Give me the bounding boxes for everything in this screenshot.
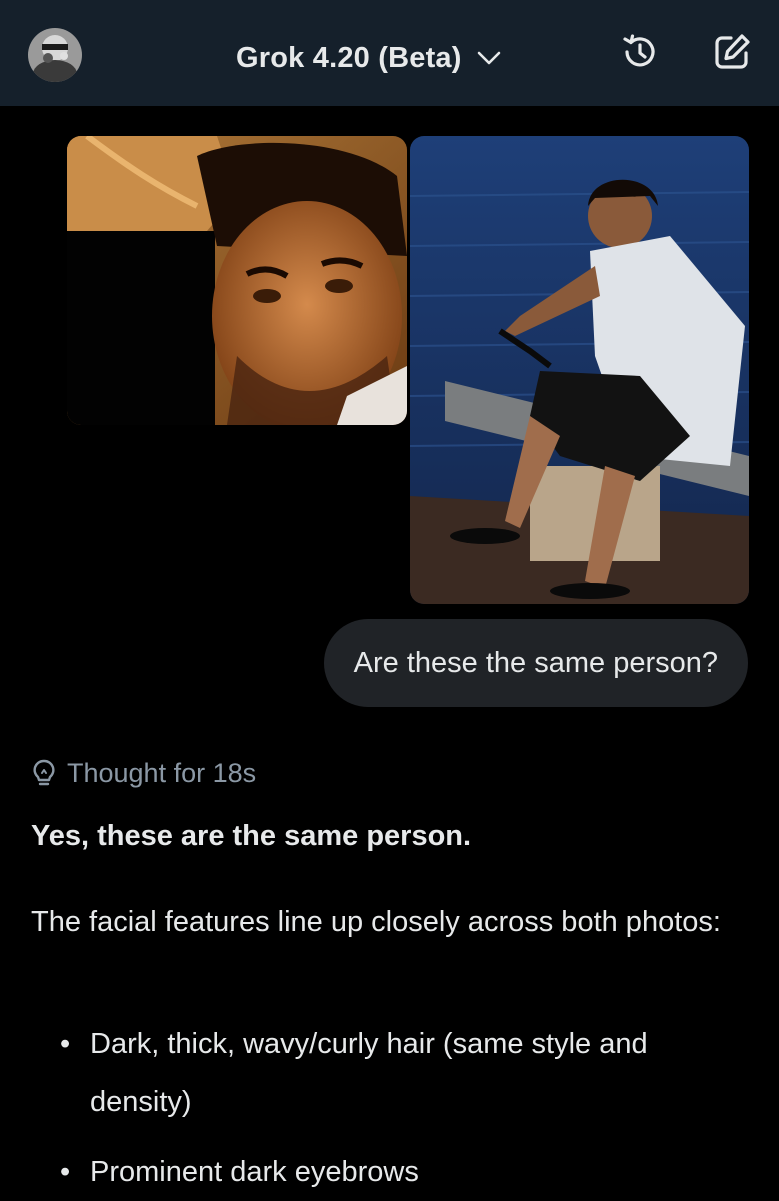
bullet-dot: •: [60, 1156, 71, 1188]
list-item-text: Prominent dark eyebrows: [90, 1156, 419, 1188]
user-message-bubble: Are these the same person?: [323, 619, 748, 707]
attached-photo-1[interactable]: [67, 136, 407, 425]
history-icon: [619, 31, 661, 78]
list-item: • Prominent dark eyebrows: [60, 1143, 750, 1201]
attached-photo-2[interactable]: [410, 136, 749, 604]
history-button[interactable]: [616, 30, 664, 78]
model-title: Grok 4.20 (Beta): [236, 41, 462, 74]
lightbulb-icon: [31, 758, 57, 788]
bullet-dot: •: [60, 1028, 71, 1060]
new-chat-icon: [711, 31, 753, 78]
answer-headline: Yes, these are the same person.: [31, 820, 472, 852]
model-selector[interactable]: Grok 4.20 (Beta): [236, 38, 502, 78]
list-item-text: Dark, thick, wavy/curly hair (same style…: [90, 1028, 648, 1118]
answer-paragraph: The facial features line up closely acro…: [31, 906, 721, 938]
thought-label: Thought for 18s: [67, 757, 257, 788]
chevron-down-icon: [476, 50, 502, 66]
list-item: • Dark, thick, wavy/curly hair (same sty…: [60, 1015, 750, 1131]
feature-list: • Dark, thick, wavy/curly hair (same sty…: [60, 1015, 750, 1201]
thought-toggle[interactable]: Thought for 18s: [31, 756, 256, 790]
top-bar: Grok 4.20 (Beta): [0, 0, 779, 106]
user-avatar[interactable]: [28, 28, 82, 82]
new-chat-button[interactable]: [708, 30, 756, 78]
